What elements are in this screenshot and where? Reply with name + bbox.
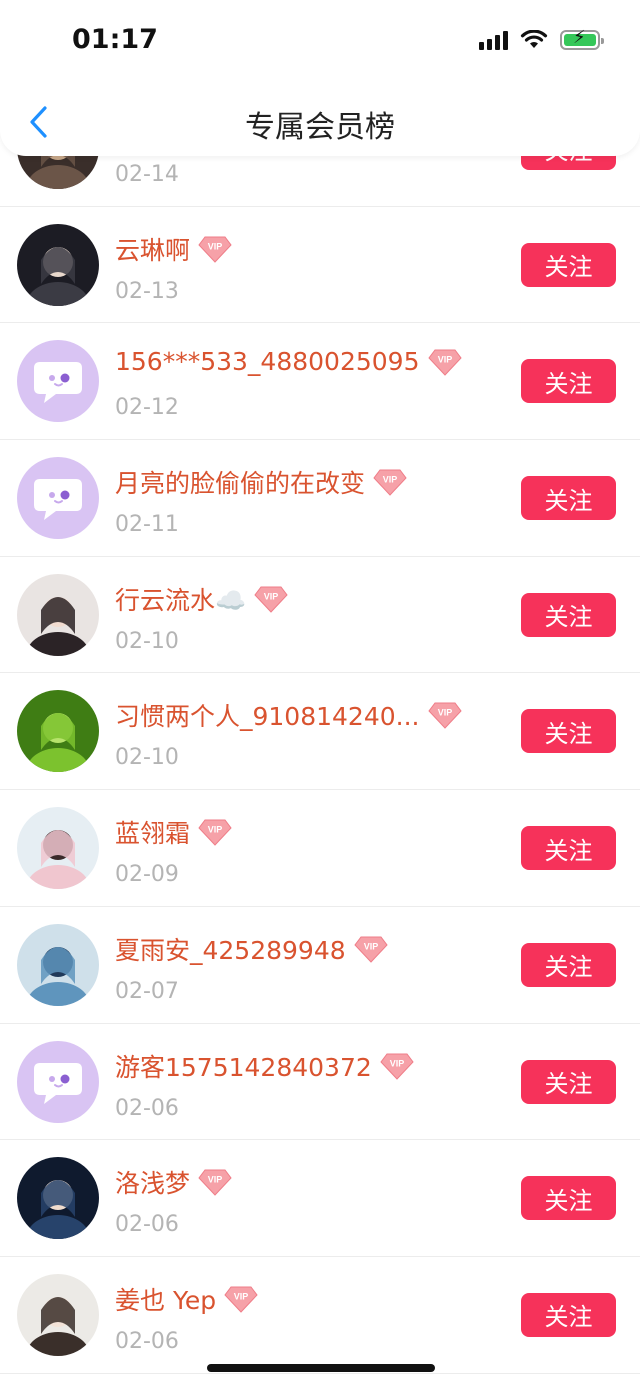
follow-button[interactable]: 关注 [521,826,616,871]
name-line: 夏雨安_425289948 VIP [115,931,388,967]
avatar[interactable] [17,690,99,773]
member-name[interactable]: 洛浅梦 [115,1164,190,1200]
avatar[interactable] [17,923,99,1006]
member-name[interactable]: 行云流水☁️ [115,581,246,617]
avatar[interactable] [17,340,99,423]
name-line: 156***533_4880025095 VIP [115,347,462,376]
vip-diamond-icon: VIP [373,468,407,496]
list-item[interactable]: 夏雨安_425289948 VIP 02-07 关注 [0,907,640,1024]
follow-button[interactable]: 关注 [521,592,616,637]
battery-charging-icon: ⚡ [560,29,604,50]
avatar[interactable] [17,1157,99,1240]
status-time: 01:17 [72,24,158,55]
member-date: 02-14 [115,162,179,187]
member-date: 02-06 [115,1095,179,1121]
cellular-signal-icon [479,30,508,50]
vip-diamond-icon: VIP [380,1052,414,1080]
name-line: 月亮的脸偷偷的在改变 VIP [115,464,407,500]
name-line: 习惯两个人_910814240... VIP [115,697,462,733]
wifi-icon [520,30,548,48]
vip-diamond-icon: VIP [427,701,462,730]
member-date: 02-09 [115,862,179,888]
avatar[interactable] [17,573,99,656]
avatar[interactable] [17,1040,99,1123]
member-date: 02-07 [115,978,179,1004]
avatar[interactable] [17,1273,99,1356]
member-name[interactable]: 蓝翎霜 [115,814,190,850]
member-date: 02-13 [115,278,179,304]
member-date: 02-10 [115,628,179,654]
member-name[interactable]: 云琳啊 [115,231,190,267]
vip-diamond-icon: VIP [198,235,232,263]
member-name[interactable]: 习惯两个人_910814240... [115,697,420,733]
follow-button[interactable]: 关注 [521,709,616,754]
list-item[interactable]: 云琳啊 VIP 02-13 关注 [0,207,640,324]
vip-diamond-icon: VIP [198,818,232,846]
vip-diamond-icon: VIP [354,935,388,963]
top-bar: 01:17 ⚡ 专属会员榜 [0,0,640,156]
follow-button[interactable]: 关注 [521,242,616,287]
list-item[interactable]: 行云流水☁️ VIP 02-10 关注 [0,557,640,674]
member-date: 02-06 [115,1212,179,1238]
status-icons: ⚡ [479,29,604,50]
list-item[interactable]: 蓝翎霜 VIP 02-09 关注 [0,790,640,907]
member-date: 02-11 [115,512,179,538]
svg-text:VIP: VIP [264,591,279,601]
svg-text:VIP: VIP [208,825,223,835]
svg-text:VIP: VIP [234,1291,249,1301]
member-name[interactable]: 156***533_4880025095 [115,347,420,376]
list-item[interactable]: 156***533_4880025095 VIP 02-12 关注 [0,323,640,441]
follow-button[interactable]: 关注 [521,476,616,521]
follow-button[interactable]: 关注 [521,359,616,404]
list-item[interactable]: 游客1575142840372 VIP 02-06 关注 [0,1024,640,1141]
svg-text:VIP: VIP [363,941,378,951]
member-name[interactable]: 夏雨安_425289948 [115,931,346,967]
name-line: 游客1575142840372 VIP [115,1048,414,1084]
svg-text:VIP: VIP [208,1175,223,1185]
vip-diamond-icon: VIP [224,1285,258,1313]
follow-button[interactable]: 关注 [521,1176,616,1221]
svg-text:VIP: VIP [390,1058,405,1068]
member-date: 02-10 [115,745,179,771]
list-item[interactable]: 洛浅梦 VIP 02-06 关注 [0,1140,640,1257]
svg-text:VIP: VIP [437,708,452,718]
avatar[interactable] [17,457,99,540]
name-line: 洛浅梦 VIP [115,1164,232,1200]
vip-diamond-icon: VIP [427,348,462,376]
list-item[interactable]: 姜也 Yep VIP 02-06 关注 [0,1257,640,1374]
avatar[interactable] [17,223,99,306]
page-title: 专属会员榜 [245,110,395,145]
member-date: 02-12 [115,395,179,421]
follow-button[interactable]: 关注 [521,942,616,987]
list-item[interactable]: 习惯两个人_910814240... VIP 02-10 关注 [0,673,640,791]
follow-button[interactable]: 关注 [521,1059,616,1104]
list-item[interactable]: 月亮的脸偷偷的在改变 VIP 02-11 关注 [0,440,640,557]
member-name[interactable]: 游客1575142840372 [115,1048,372,1084]
svg-text:VIP: VIP [383,475,398,485]
member-list: 02-14关注云琳啊VIP02-13关注156***533_4880025095… [0,90,640,1374]
svg-text:VIP: VIP [208,241,223,251]
vip-diamond-icon: VIP [254,585,288,613]
home-indicator [207,1364,435,1372]
name-line: 姜也 Yep VIP [115,1281,258,1317]
svg-text:VIP: VIP [437,354,452,364]
follow-button[interactable]: 关注 [521,1292,616,1337]
avatar[interactable] [17,807,99,890]
member-name[interactable]: 月亮的脸偷偷的在改变 [115,464,365,500]
member-name[interactable]: 姜也 Yep [115,1281,216,1317]
member-date: 02-06 [115,1328,179,1354]
vip-diamond-icon: VIP [198,1168,232,1196]
name-line: 云琳啊 VIP [115,231,232,267]
name-line: 行云流水☁️ VIP [115,581,288,617]
name-line: 蓝翎霜 VIP [115,814,232,850]
